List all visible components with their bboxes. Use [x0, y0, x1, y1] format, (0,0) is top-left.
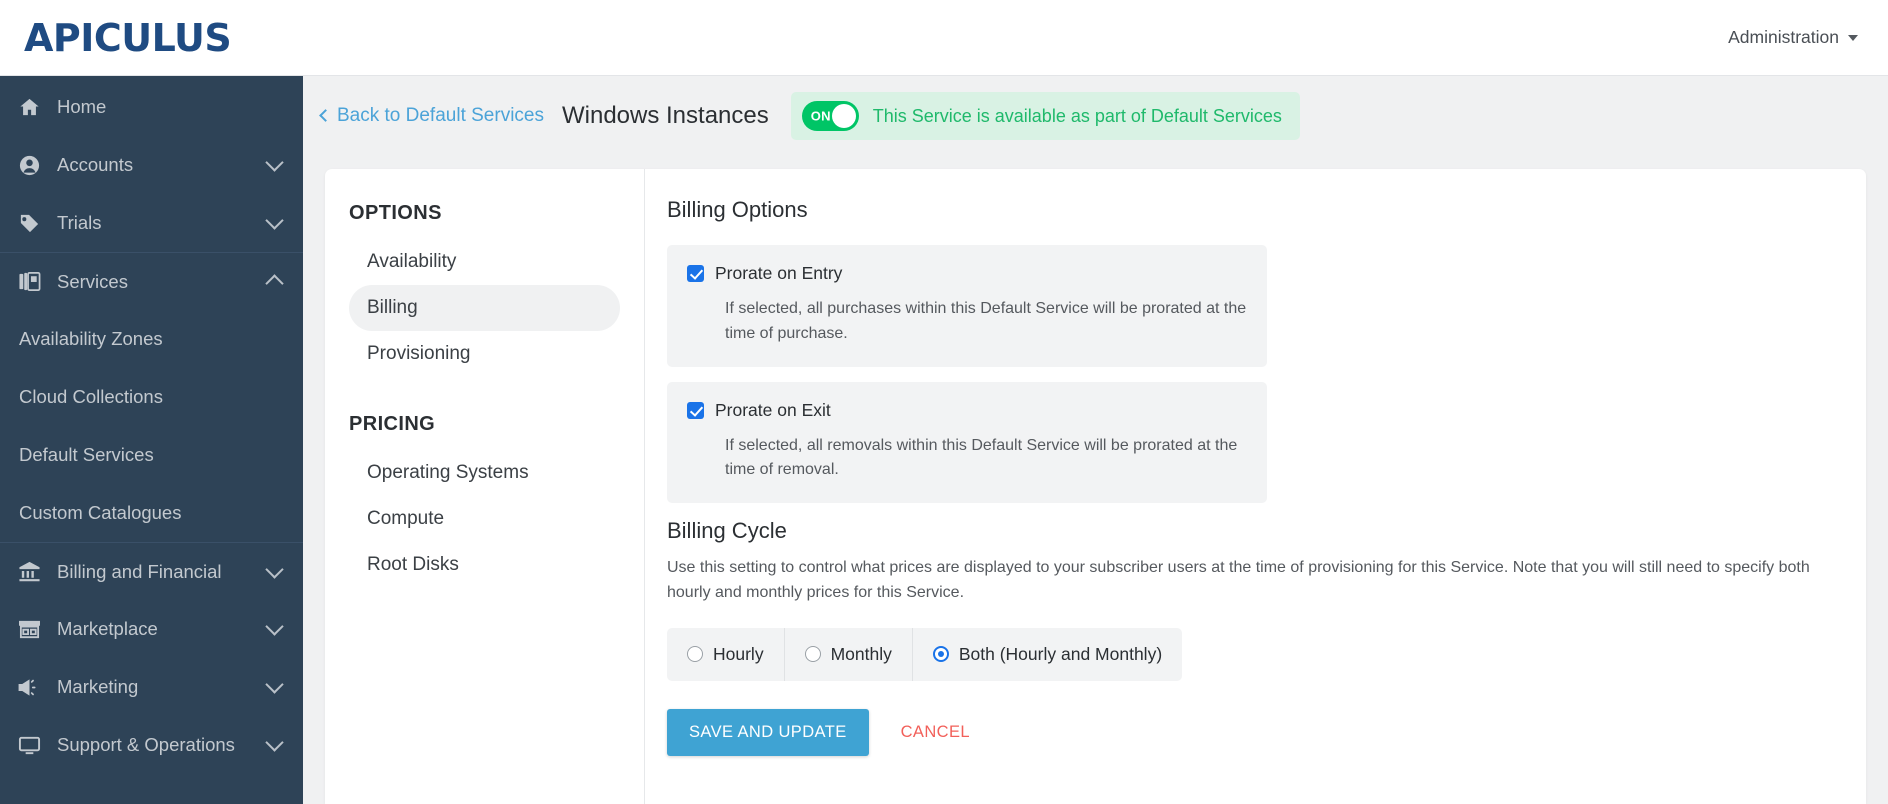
chevron-down-icon	[265, 153, 283, 171]
option-root-disks[interactable]: Root Disks	[349, 542, 620, 588]
option-compute[interactable]: Compute	[349, 496, 620, 542]
option-billing[interactable]: Billing	[349, 285, 620, 331]
option-availability[interactable]: Availability	[349, 239, 620, 285]
prorate-on-exit-label: Prorate on Exit	[715, 400, 831, 421]
sidebar-item-label: Marketing	[57, 676, 268, 698]
prorate-on-entry-card: Prorate on Entry If selected, all purcha…	[667, 245, 1267, 367]
user-icon	[18, 154, 48, 177]
store-icon	[18, 618, 48, 641]
service-availability-toggle[interactable]: ON	[802, 101, 859, 131]
availability-banner: ON This Service is available as part of …	[791, 92, 1300, 140]
sidebar-item-availability-zones[interactable]: Availability Zones	[0, 310, 303, 368]
chevron-down-icon	[265, 675, 283, 693]
toggle-state-label: ON	[811, 109, 831, 124]
content-card: OPTIONS Availability Billing Provisionin…	[325, 169, 1866, 804]
monitor-icon	[18, 734, 48, 757]
prorate-on-entry-description: If selected, all purchases within this D…	[725, 297, 1247, 347]
sidebar-subitem-label: Custom Catalogues	[19, 502, 181, 524]
megaphone-icon	[18, 676, 48, 699]
sidebar-item-label: Billing and Financial	[57, 561, 268, 583]
prorate-on-exit-checkbox[interactable]	[687, 402, 704, 419]
prorate-on-exit-description: If selected, all removals within this De…	[725, 434, 1247, 484]
billing-cycle-option-both[interactable]: Both (Hourly and Monthly)	[913, 628, 1182, 681]
sidebar-item-label: Support & Operations	[57, 734, 268, 756]
sidebar-subitem-label: Availability Zones	[19, 328, 163, 350]
layers-icon	[18, 270, 48, 293]
body-row: Home Accounts Trials Servi	[0, 76, 1888, 804]
billing-cycle-option-monthly[interactable]: Monthly	[785, 628, 913, 681]
sidebar-subitem-label: Default Services	[19, 444, 154, 466]
top-bar: APICULUS Administration	[0, 0, 1888, 76]
sidebar-item-label: Home	[57, 96, 281, 118]
sidebar-item-marketing[interactable]: Marketing	[0, 658, 303, 716]
prorate-on-entry-row[interactable]: Prorate on Entry	[687, 263, 1247, 284]
save-and-update-button[interactable]: SAVE AND UPDATE	[667, 709, 869, 756]
page-title: Windows Instances	[562, 102, 769, 130]
billing-cycle-title: Billing Cycle	[667, 518, 1836, 544]
billing-cycle-description: Use this setting to control what prices …	[667, 555, 1827, 606]
tag-icon	[18, 212, 48, 235]
sidebar-item-marketplace[interactable]: Marketplace	[0, 600, 303, 658]
action-buttons: SAVE AND UPDATE CANCEL	[667, 709, 1836, 756]
billing-options-title: Billing Options	[667, 197, 1836, 223]
apiculus-logo: APICULUS	[24, 16, 231, 60]
back-to-default-services-link[interactable]: Back to Default Services	[321, 105, 544, 127]
options-heading: OPTIONS	[349, 202, 620, 225]
billing-cycle-radio-group: Hourly Monthly Both (Hourly and Monthly)	[667, 628, 1182, 681]
option-operating-systems[interactable]: Operating Systems	[349, 450, 620, 496]
radio-hourly-label: Hourly	[713, 644, 764, 665]
chevron-down-icon	[265, 211, 283, 229]
application-root: APICULUS Administration Home Accounts	[0, 0, 1888, 804]
prorate-on-exit-row[interactable]: Prorate on Exit	[687, 400, 1247, 421]
sidebar-item-label: Marketplace	[57, 618, 268, 640]
back-link-label: Back to Default Services	[337, 105, 544, 127]
sidebar-item-home[interactable]: Home	[0, 78, 303, 136]
main-area: Back to Default Services Windows Instanc…	[303, 76, 1888, 804]
radio-both[interactable]	[933, 646, 949, 662]
sidebar-item-default-services[interactable]: Default Services	[0, 426, 303, 484]
availability-message: This Service is available as part of Def…	[873, 106, 1282, 127]
prorate-on-exit-card: Prorate on Exit If selected, all removal…	[667, 382, 1267, 504]
radio-hourly[interactable]	[687, 646, 703, 662]
bank-icon	[18, 560, 48, 583]
administration-menu[interactable]: Administration	[1728, 27, 1858, 48]
prorate-on-entry-label: Prorate on Entry	[715, 263, 842, 284]
sidebar-item-label: Trials	[57, 212, 268, 234]
sidebar-item-cloud-collections[interactable]: Cloud Collections	[0, 368, 303, 426]
pricing-heading: PRICING	[349, 413, 620, 436]
sidebar: Home Accounts Trials Servi	[0, 76, 303, 804]
toggle-knob	[832, 104, 856, 128]
prorate-on-entry-checkbox[interactable]	[687, 265, 704, 282]
sidebar-item-label: Services	[57, 271, 268, 293]
cancel-button[interactable]: CANCEL	[883, 709, 988, 756]
chevron-down-icon	[265, 617, 283, 635]
billing-cycle-option-hourly[interactable]: Hourly	[667, 628, 785, 681]
option-provisioning[interactable]: Provisioning	[349, 331, 620, 377]
chevron-down-icon	[1848, 35, 1858, 41]
page-header: Back to Default Services Windows Instanc…	[303, 76, 1888, 156]
sidebar-subitem-label: Cloud Collections	[19, 386, 163, 408]
chevron-left-icon	[319, 109, 332, 122]
sidebar-item-trials[interactable]: Trials	[0, 194, 303, 252]
radio-monthly-label: Monthly	[831, 644, 892, 665]
chevron-down-icon	[265, 733, 283, 751]
chevron-up-icon	[265, 274, 283, 292]
sidebar-item-services[interactable]: Services	[0, 252, 303, 310]
home-icon	[18, 96, 48, 119]
billing-content-pane: Billing Options Prorate on Entry If sele…	[645, 169, 1866, 804]
radio-monthly[interactable]	[805, 646, 821, 662]
sidebar-item-accounts[interactable]: Accounts	[0, 136, 303, 194]
options-pane: OPTIONS Availability Billing Provisionin…	[325, 169, 645, 804]
radio-both-label: Both (Hourly and Monthly)	[959, 644, 1162, 665]
sidebar-item-label: Accounts	[57, 154, 268, 176]
sidebar-item-billing-and-financial[interactable]: Billing and Financial	[0, 542, 303, 600]
sidebar-item-support-and-operations[interactable]: Support & Operations	[0, 716, 303, 774]
sidebar-filler	[0, 774, 303, 804]
administration-label: Administration	[1728, 27, 1839, 48]
chevron-down-icon	[265, 560, 283, 578]
sidebar-item-custom-catalogues[interactable]: Custom Catalogues	[0, 484, 303, 542]
